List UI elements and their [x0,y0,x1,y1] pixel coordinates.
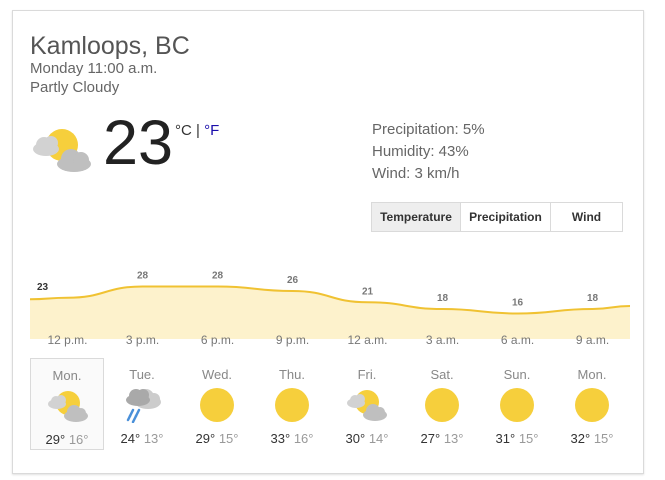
forecast-temps: 32° 15° [555,431,629,446]
temperature-point-label: 28 [212,271,224,282]
tab-temperature[interactable]: Temperature [372,203,460,231]
forecast-temps: 33° 16° [255,431,329,446]
humidity-text: Humidity: 43% [372,143,469,160]
forecast-day[interactable]: Fri. 30° 14° [330,358,404,450]
forecast-low: 16° [293,431,314,446]
fahrenheit-link[interactable]: °F [204,122,219,139]
temperature-point-label: 26 [287,275,299,286]
chart-time-label: 3 a.m. [425,333,460,347]
forecast-low: 15° [518,431,539,446]
temperature-point-label: 18 [437,293,449,304]
forecast-day-name: Sat. [430,367,454,382]
sun-icon [497,387,537,423]
forecast-high: 29° [45,432,66,447]
forecast-high: 29° [195,431,216,446]
forecast-high: 24° [120,431,141,446]
chart-time-label: 9 p.m. [275,333,310,347]
forecast-high: 32° [570,431,591,446]
location-title: Kamloops, BC [30,32,190,60]
forecast-day[interactable]: Mon. 32° 15° [555,358,629,450]
forecast-day-name: Wed. [201,367,233,382]
forecast-day-name: Tue. [129,367,155,382]
forecast-day[interactable]: Mon. 29° 16° [30,358,104,450]
sun-icon [572,387,612,423]
forecast-low: 15° [593,431,614,446]
sun-icon [422,387,462,423]
forecast-high: 31° [495,431,516,446]
forecast-day-name: Thu. [278,367,305,382]
forecast-temps: 29° 16° [31,432,103,447]
sun-icon [272,387,312,423]
partly-cloudy-icon [48,388,88,424]
chart-time-label: 12 a.m. [347,333,388,347]
temperature-chart: 23 28 28 26 21 18 16 18 [30,271,630,339]
forecast-temps: 29° 15° [180,431,254,446]
weather-card: Kamloops, BC Monday 11:00 a.m. Partly Cl… [12,10,644,474]
forecast-day-name: Mon. [52,368,82,383]
precipitation-text: Precipitation: 5% [372,121,485,138]
temperature-point-label: 16 [512,298,524,309]
unit-toggle: °C | °F [175,122,219,139]
temperature-point-label: 21 [362,286,374,297]
temperature-point-label: 28 [137,271,149,282]
forecast-low: 13° [443,431,464,446]
tab-precipitation[interactable]: Precipitation [460,203,550,231]
forecast-day[interactable]: Sun. 31° 15° [480,358,554,450]
forecast-high: 33° [270,431,291,446]
forecast-day-name: Fri. [357,367,377,382]
temperature-point-label: 23 [37,282,49,293]
forecast-low: 13° [143,431,164,446]
rain-icon [122,387,162,424]
forecast-day[interactable]: Wed. 29° 15° [180,358,254,450]
condition: Partly Cloudy [30,79,120,96]
chart-tabs: Temperature Precipitation Wind [371,202,623,232]
forecast-day-name: Mon. [577,367,607,382]
unit-separator: | [191,122,205,139]
chart-time-label: 3 p.m. [125,333,160,347]
forecast-temps: 31° 15° [480,431,554,446]
celsius-unit[interactable]: °C [175,122,192,139]
forecast-day-name: Sun. [503,367,531,382]
partly-cloudy-icon [347,387,387,423]
tab-wind[interactable]: Wind [550,203,622,231]
datetime: Monday 11:00 a.m. [30,60,158,77]
forecast-day[interactable]: Thu. 33° 16° [255,358,329,450]
temperature-point-label: 18 [587,293,599,304]
chart-time-label: 6 a.m. [500,333,535,347]
forecast-temps: 27° 13° [405,431,479,446]
forecast-high: 30° [345,431,366,446]
partly-cloudy-icon [33,129,91,172]
forecast-high: 27° [420,431,441,446]
current-temperature: 23 [103,108,174,178]
sun-icon [197,387,237,423]
forecast-day[interactable]: Tue. 24° 13° [105,358,179,450]
chart-time-label: 9 a.m. [575,333,610,347]
forecast-low: 16° [68,432,89,447]
forecast-day[interactable]: Sat. 27° 13° [405,358,479,450]
forecast-temps: 24° 13° [105,431,179,446]
forecast-low: 14° [368,431,389,446]
chart-time-label: 6 p.m. [200,333,235,347]
daily-forecast: Mon. 29° 16° Tue. 24° 13° Wed. 29° 15° Thu. 33°… [30,358,630,450]
chart-time-label: 12 p.m. [47,333,88,347]
wind-text: Wind: 3 km/h [372,165,460,182]
forecast-temps: 30° 14° [330,431,404,446]
forecast-low: 15° [218,431,239,446]
